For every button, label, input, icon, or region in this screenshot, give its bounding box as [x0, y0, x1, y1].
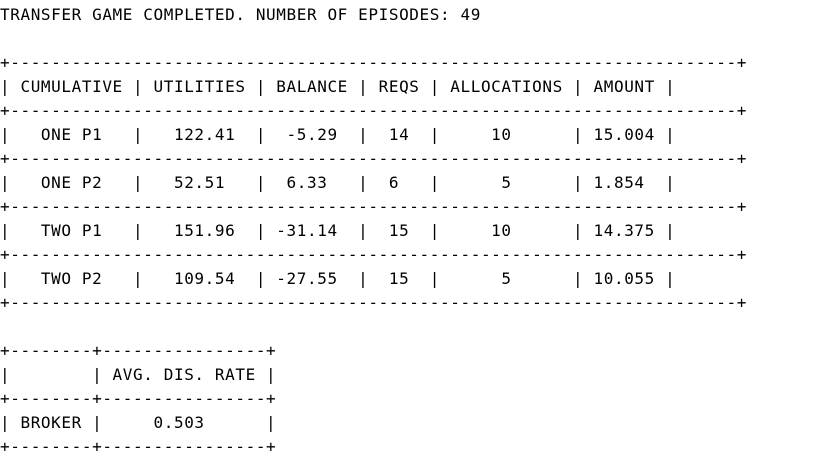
results-table-border: +---------------------------------------… [0, 149, 747, 168]
broker-table-header-row: | | AVG. DIS. RATE | [0, 365, 277, 384]
terminal-output: TRANSFER GAME COMPLETED. NUMBER OF EPISO… [0, 0, 814, 471]
results-table-border-bottom: +---------------------------------------… [0, 293, 747, 312]
broker-table-row-broker: | BROKER | 0.503 | [0, 413, 277, 432]
broker-table-border: +--------+----------------+ [0, 389, 277, 408]
results-table-header-row: | CUMULATIVE | UTILITIES | BALANCE | REQ… [0, 77, 676, 96]
results-table-border: +---------------------------------------… [0, 197, 747, 216]
results-table-border-top: +---------------------------------------… [0, 53, 747, 72]
results-table-row-one-p1: | ONE P1 | 122.41 | -5.29 | 14 | 10 | 15… [0, 125, 676, 144]
completion-message: TRANSFER GAME COMPLETED. NUMBER OF EPISO… [0, 5, 481, 24]
broker-table-border-bottom: +--------+----------------+ [0, 437, 277, 456]
results-table-row-two-p2: | TWO P2 | 109.54 | -27.55 | 15 | 5 | 10… [0, 269, 676, 288]
results-table-border: +---------------------------------------… [0, 245, 747, 264]
results-table-row-two-p1: | TWO P1 | 151.96 | -31.14 | 15 | 10 | 1… [0, 221, 676, 240]
broker-table-border-top: +--------+----------------+ [0, 341, 277, 360]
results-table-row-one-p2: | ONE P2 | 52.51 | 6.33 | 6 | 5 | 1.854 … [0, 173, 676, 192]
results-table-border: +---------------------------------------… [0, 101, 747, 120]
